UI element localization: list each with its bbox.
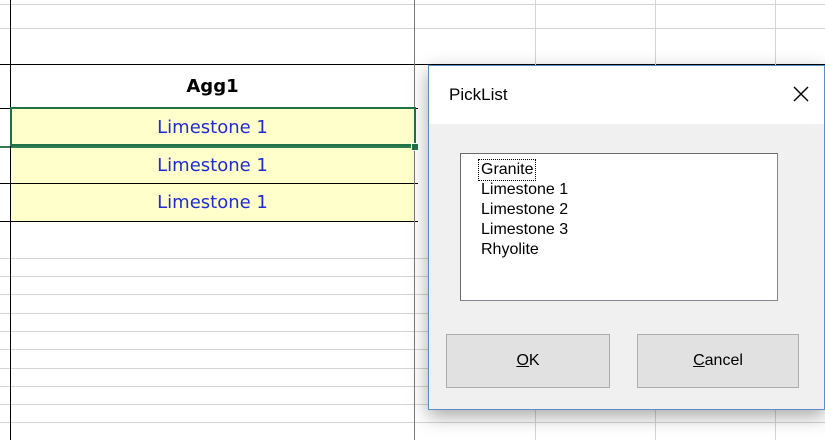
gridline (0, 221, 418, 222)
ok-mnemonic: O (516, 352, 529, 369)
cell-agg1-row3[interactable]: Limestone 1 (11, 184, 414, 221)
column-border (414, 0, 415, 440)
ok-button[interactable]: OK (446, 334, 610, 388)
gridline (0, 28, 825, 29)
gridline (0, 4, 825, 5)
cell-agg1-row1[interactable]: Limestone 1 (11, 109, 414, 146)
list-item-limestone-3[interactable]: Limestone 3 (479, 220, 570, 240)
picklist-dialog: PickList Granite Limestone 1 Limestone 2… (428, 65, 825, 410)
gridline (0, 422, 825, 423)
picklist-listbox[interactable]: Granite Limestone 1 Limestone 2 Limeston… (460, 153, 778, 301)
dialog-titlebar[interactable]: PickList (429, 66, 824, 124)
close-icon (793, 86, 809, 102)
list-item-limestone-1[interactable]: Limestone 1 (479, 180, 570, 200)
dialog-title: PickList (449, 85, 508, 104)
list-item-limestone-2[interactable]: Limestone 2 (479, 200, 570, 220)
ok-label-rest: K (528, 352, 540, 369)
cancel-button[interactable]: Cancel (637, 334, 799, 388)
cancel-mnemonic: C (693, 352, 705, 369)
cell-agg1-row2[interactable]: Limestone 1 (11, 148, 414, 183)
close-button[interactable] (778, 74, 824, 114)
list-item-rhyolite[interactable]: Rhyolite (479, 240, 541, 260)
cancel-label-rest: ancel (704, 352, 743, 369)
list-item-granite[interactable]: Granite (477, 159, 537, 181)
column-header-agg1[interactable]: Agg1 (11, 65, 414, 108)
